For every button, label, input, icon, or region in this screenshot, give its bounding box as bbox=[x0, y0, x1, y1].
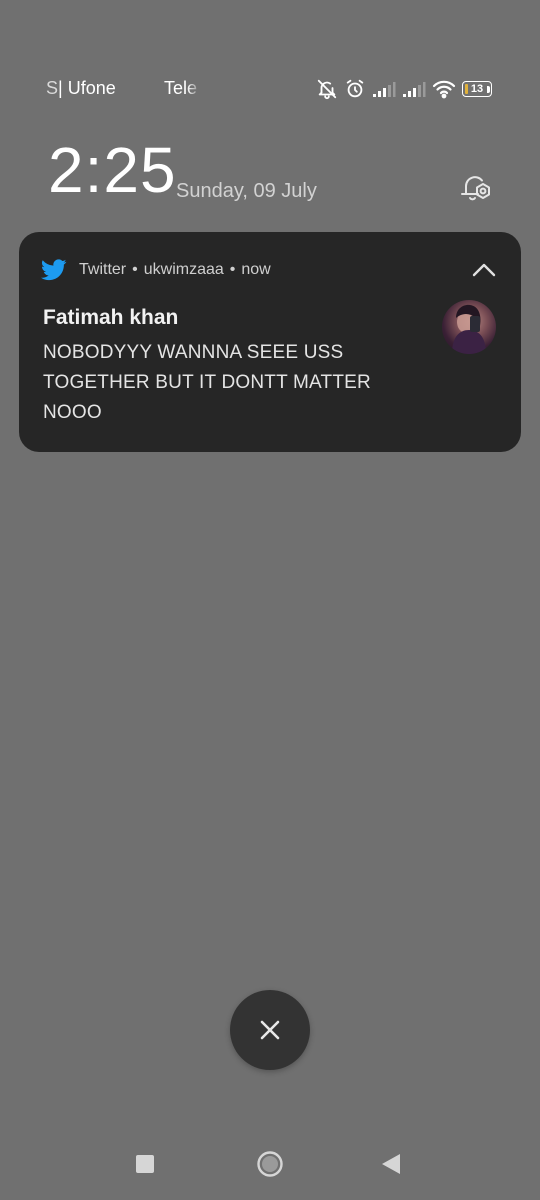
lock-screen-clock: 2:25 bbox=[48, 134, 177, 206]
notification-time: now bbox=[241, 261, 271, 278]
battery-level: 13 bbox=[470, 82, 484, 95]
notification-settings-icon bbox=[461, 176, 490, 201]
bell-muted-icon bbox=[317, 79, 337, 100]
notification-settings-button[interactable] bbox=[456, 168, 496, 208]
battery-indicator: 13 bbox=[462, 81, 492, 97]
battery-icon: 13 bbox=[462, 81, 492, 97]
collapse-notification-button[interactable] bbox=[469, 258, 499, 282]
notification-account: ukwimzaaa bbox=[143, 261, 224, 278]
meta-separator: • bbox=[132, 261, 138, 278]
back-button[interactable] bbox=[380, 1152, 402, 1176]
carrier-1-name: | Ufone bbox=[58, 78, 116, 98]
alarm-icon bbox=[346, 79, 364, 98]
battery-fill bbox=[465, 84, 469, 94]
chevron-up-icon bbox=[472, 263, 496, 277]
twitter-notification[interactable]: Twitter • ukwimzaaa • now Fatimah khan NOBOD… bbox=[19, 232, 521, 452]
circle-icon bbox=[257, 1151, 283, 1177]
carrier-1-prefix: S bbox=[46, 78, 59, 98]
meta-separator: • bbox=[229, 261, 236, 278]
lock-screen-date: Sunday, 09 July bbox=[176, 180, 317, 202]
signal-icon bbox=[373, 82, 396, 97]
carrier-1-label: S| Ufone bbox=[46, 78, 116, 99]
notification-message: NOBODYYY WANNNA SEEE USS TOGETHER BUT IT… bbox=[43, 342, 371, 423]
notification-header: Twitter • ukwimzaaa • now bbox=[41, 258, 271, 282]
notification-meta: Twitter • ukwimzaaa • now bbox=[79, 261, 271, 279]
status-bar: S| Ufone Tele 13 bbox=[0, 72, 540, 106]
carrier-2-label: Tele bbox=[164, 78, 198, 98]
close-icon bbox=[260, 1020, 280, 1040]
avatar bbox=[442, 300, 496, 354]
navigation-bar bbox=[0, 1140, 540, 1188]
dismiss-all-button[interactable] bbox=[230, 990, 310, 1070]
recents-button[interactable] bbox=[136, 1155, 154, 1173]
signal-icon bbox=[403, 82, 426, 97]
triangle-back-icon bbox=[382, 1154, 400, 1174]
notification-sender: Fatimah khan bbox=[43, 306, 179, 329]
status-icons: 13 bbox=[316, 76, 492, 102]
twitter-bird-icon bbox=[41, 259, 67, 281]
notification-app-name: Twitter bbox=[79, 261, 127, 278]
wifi-icon bbox=[432, 80, 456, 99]
home-button[interactable] bbox=[256, 1150, 284, 1178]
avatar-photo bbox=[452, 304, 486, 354]
